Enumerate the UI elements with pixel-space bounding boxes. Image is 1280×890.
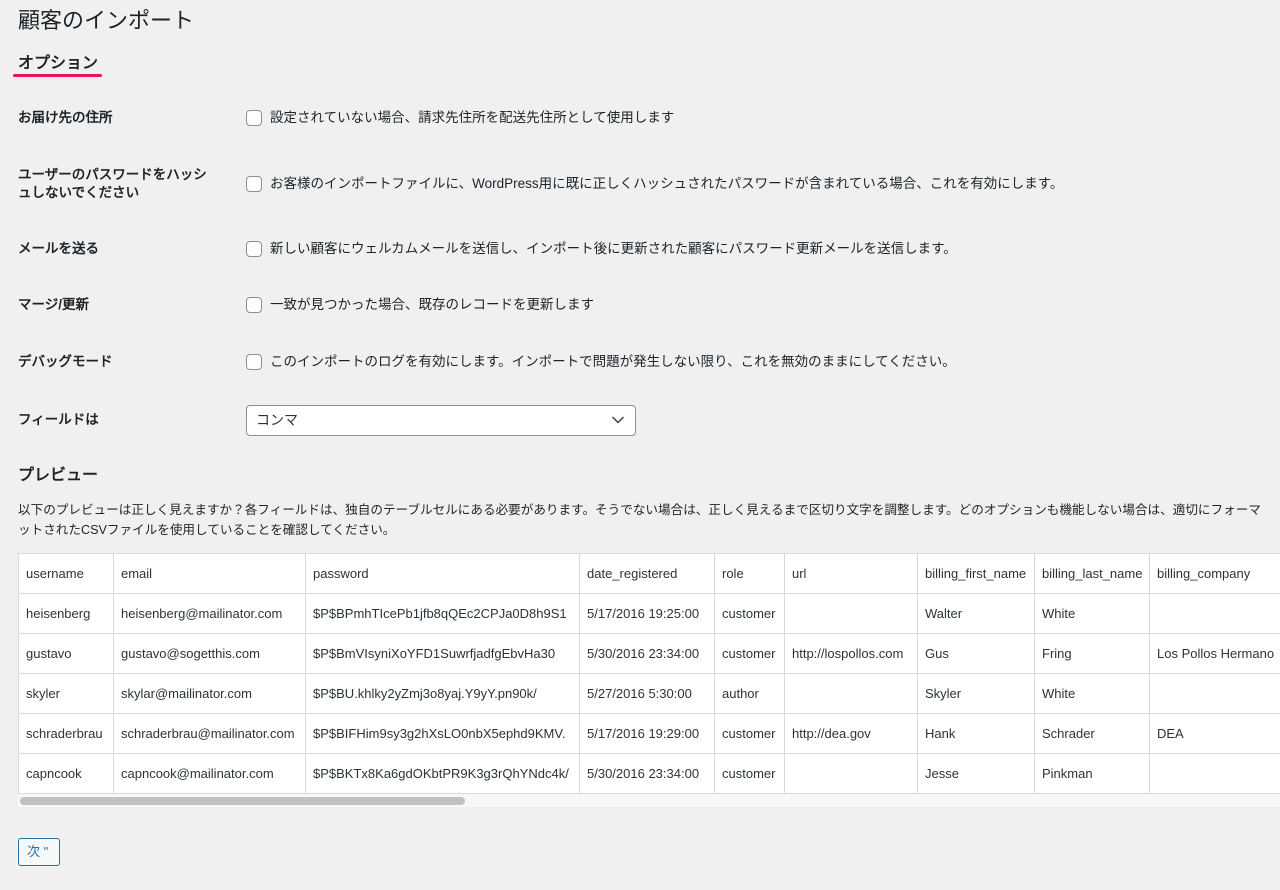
option-description: 新しい顧客にウェルカムメールを送信し、インポート後に更新された顧客にパスワード更… xyxy=(270,241,957,256)
table-header-cell: username xyxy=(18,553,114,594)
table-cell: capncook@mailinator.com xyxy=(113,753,306,794)
table-cell: $P$BKTx8Ka6gdOKbtPR9K3g3rQhYNdc4k/ xyxy=(305,753,580,794)
table-cell: Los Pollos Hermano xyxy=(1149,633,1280,674)
options-heading-underline xyxy=(13,74,102,77)
table-cell: 5/27/2016 5:30:00 xyxy=(579,673,715,714)
table-cell: http://lospollos.com xyxy=(784,633,918,674)
table-cell: Skyler xyxy=(917,673,1035,714)
table-cell: $P$BPmhTIcePb1jfb8qQEc2CPJa0D8h9S1 xyxy=(305,593,580,634)
table-cell: Hank xyxy=(917,713,1035,754)
table-cell: Gus xyxy=(917,633,1035,674)
table-header-cell: role xyxy=(714,553,785,594)
options-heading: オプション xyxy=(18,55,99,72)
table-cell: schraderbrau xyxy=(18,713,114,754)
option-row-merge-update: マージ/更新 一致が見つかった場合、既存のレコードを更新します xyxy=(18,285,594,325)
table-cell: author xyxy=(714,673,785,714)
table-header-cell: billing_company xyxy=(1149,553,1280,594)
table-cell: skyler xyxy=(18,673,114,714)
table-row: skyler skylar@mailinator.com $P$BU.khlky2y… xyxy=(18,673,1280,714)
debug-mode-checkbox[interactable] xyxy=(246,354,262,370)
table-header-cell: email xyxy=(113,553,306,594)
table-cell: $P$BU.khlky2yZmj3o8yaj.Y9yY.pn90k/ xyxy=(305,673,580,714)
preview-description: 以下のプレビューは正しく見えますか？各フィールドは、独自のテーブルセルにある必要… xyxy=(18,503,1261,537)
horizontal-scrollbar-thumb[interactable] xyxy=(20,797,465,805)
table-cell: 5/17/2016 19:25:00 xyxy=(579,593,715,634)
table-cell: customer xyxy=(714,713,785,754)
delimiter-label: フィールドは xyxy=(18,412,99,427)
table-cell: heisenberg@mailinator.com xyxy=(113,593,306,634)
option-label: マージ/更新 xyxy=(18,297,89,312)
delimiter-selected-value: コンマ xyxy=(256,412,298,428)
option-label: デバッグモード xyxy=(18,354,113,369)
option-row-shipping-address: お届け先の住所 設定されていない場合、請求先住所を配送先住所として使用します xyxy=(18,98,674,138)
table-cell: customer xyxy=(714,633,785,674)
table-row: capncook capncook@mailinator.com $P$BKTx8K… xyxy=(18,753,1280,794)
table-cell: Walter xyxy=(917,593,1035,634)
option-label: ユーザーのパスワードをハッシュしないでください xyxy=(18,167,207,200)
table-row: schraderbrau schraderbrau@mailinator.com $… xyxy=(18,713,1280,754)
table-cell xyxy=(1149,753,1280,794)
table-header-cell: password xyxy=(305,553,580,594)
preview-table-body: heisenberg heisenberg@mailinator.com $P$BP… xyxy=(18,593,1280,794)
preview-table: username email password date_registered role… xyxy=(18,553,1280,794)
table-cell xyxy=(784,753,918,794)
table-cell: skylar@mailinator.com xyxy=(113,673,306,714)
table-cell: $P$BmVIsyniXoYFD1SuwrfjadfgEbvHa30 xyxy=(305,633,580,674)
table-cell: Fring xyxy=(1034,633,1150,674)
table-cell: DEA xyxy=(1149,713,1280,754)
option-label: お届け先の住所 xyxy=(18,110,113,125)
table-cell: 5/17/2016 19:29:00 xyxy=(579,713,715,754)
table-cell: capncook xyxy=(18,753,114,794)
merge-update-checkbox[interactable] xyxy=(246,297,262,313)
table-cell: Pinkman xyxy=(1034,753,1150,794)
table-cell: $P$BIFHim9sy3g2hXsLO0nbX5ephd9KMV. xyxy=(305,713,580,754)
table-cell: http://dea.gov xyxy=(784,713,918,754)
preview-heading: プレビュー xyxy=(18,467,99,484)
table-header-cell: billing_last_name xyxy=(1034,553,1150,594)
table-cell: 5/30/2016 23:34:00 xyxy=(579,753,715,794)
horizontal-scrollbar[interactable] xyxy=(18,794,1280,807)
preview-table-scroll-container[interactable]: username email password date_registered role… xyxy=(18,553,1280,794)
table-header-row: username email password date_registered role… xyxy=(18,553,1280,594)
delimiter-select[interactable]: コンマ xyxy=(246,404,636,436)
option-row-delimiter: フィールドは コンマ xyxy=(18,400,636,440)
table-header-cell: date_registered xyxy=(579,553,715,594)
option-description: 一致が見つかった場合、既存のレコードを更新します xyxy=(270,297,594,312)
table-header-cell: billing_first_name xyxy=(917,553,1035,594)
table-cell: Schrader xyxy=(1034,713,1150,754)
no-hash-passwords-checkbox[interactable] xyxy=(246,176,262,192)
option-description: このインポートのログを有効にします。インポートで問題が発生しない限り、これを無効… xyxy=(270,354,956,369)
page-title: 顧客のインポート xyxy=(18,8,195,33)
preview-table-head: username email password date_registered role… xyxy=(18,553,1280,594)
chevron-down-icon xyxy=(612,416,624,424)
table-cell: 5/30/2016 23:34:00 xyxy=(579,633,715,674)
table-cell xyxy=(784,593,918,634)
table-cell: schraderbrau@mailinator.com xyxy=(113,713,306,754)
table-cell: White xyxy=(1034,593,1150,634)
shipping-address-checkbox[interactable] xyxy=(246,110,262,126)
option-row-debug-mode: デバッグモード このインポートのログを有効にします。インポートで問題が発生しない… xyxy=(18,342,956,382)
table-row: heisenberg heisenberg@mailinator.com $P$BP… xyxy=(18,593,1280,634)
next-button[interactable]: 次 " xyxy=(18,838,60,866)
table-cell xyxy=(1149,593,1280,634)
table-header-cell: url xyxy=(784,553,918,594)
option-description: お客様のインポートファイルに、WordPress用に既に正しくハッシュされたパス… xyxy=(270,176,1064,191)
table-cell: gustavo@sogetthis.com xyxy=(113,633,306,674)
table-cell: customer xyxy=(714,593,785,634)
table-cell xyxy=(784,673,918,714)
table-cell: heisenberg xyxy=(18,593,114,634)
table-cell: Jesse xyxy=(917,753,1035,794)
option-description: 設定されていない場合、請求先住所を配送先住所として使用します xyxy=(270,110,675,125)
option-row-send-email: メールを送る 新しい顧客にウェルカムメールを送信し、インポート後に更新された顧客… xyxy=(18,229,957,269)
table-cell: customer xyxy=(714,753,785,794)
table-row: gustavo gustavo@sogetthis.com $P$BmVIsyniX… xyxy=(18,633,1280,674)
table-cell: gustavo xyxy=(18,633,114,674)
option-row-no-hash-passwords: ユーザーのパスワードをハッシュしないでください お客様のインポートファイルに、W… xyxy=(18,164,1063,204)
option-label: メールを送る xyxy=(18,241,99,256)
table-cell xyxy=(1149,673,1280,714)
send-email-checkbox[interactable] xyxy=(246,241,262,257)
table-cell: White xyxy=(1034,673,1150,714)
